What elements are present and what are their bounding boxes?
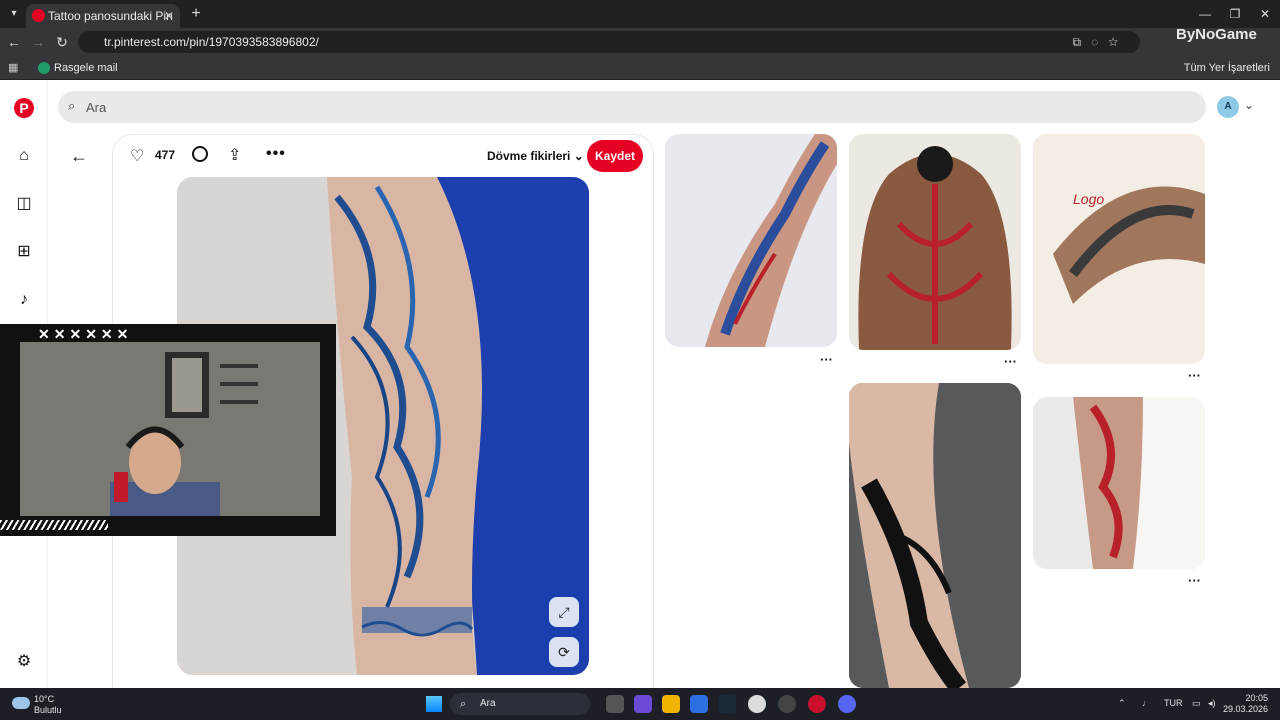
taskbar-search[interactable]: ⌕ Ara: [450, 693, 590, 715]
home-icon[interactable]: ⌂: [14, 146, 34, 166]
svg-text:Logo: Logo: [1073, 191, 1104, 207]
tray-chevron-icon[interactable]: ⌃: [1118, 698, 1126, 709]
search-icon: ⌕: [460, 698, 467, 710]
related-pin-5[interactable]: [1033, 397, 1205, 569]
tab-close-icon[interactable]: ✕: [164, 4, 174, 28]
maximize-icon[interactable]: ❐: [1220, 4, 1250, 24]
more-options-icon[interactable]: •••: [266, 145, 286, 163]
minimize-icon[interactable]: —: [1190, 4, 1220, 24]
decorative-stripes: [0, 520, 108, 530]
chrome-icon[interactable]: [748, 695, 766, 713]
pin-more-icon[interactable]: ···: [820, 352, 833, 367]
arm-tattoo-thumb: Logo: [1033, 134, 1205, 364]
decorative-x-pattern: ✕✕✕✕✕✕: [38, 326, 133, 342]
back-nav-icon[interactable]: ←: [4, 32, 24, 52]
comment-icon[interactable]: [192, 146, 208, 162]
store-icon[interactable]: [690, 695, 708, 713]
new-tab-icon[interactable]: +: [188, 4, 204, 24]
notifications-bell-icon[interactable]: ♪: [14, 290, 34, 310]
expand-icon[interactable]: ⤢: [549, 597, 579, 627]
microphone-icon[interactable]: ♩: [1142, 698, 1151, 708]
bookmark-item[interactable]: Rasgele mail: [38, 61, 118, 75]
browser-tab-strip: ▾ Tattoo panosundaki Pin ✕ + — ❐ ✕: [0, 0, 1280, 28]
network-icon[interactable]: ▭: [1192, 698, 1201, 709]
steam-icon[interactable]: [718, 695, 736, 713]
weather-temp[interactable]: 10°C: [34, 694, 54, 704]
save-button[interactable]: Kaydet: [587, 140, 643, 172]
volume-icon[interactable]: ◂): [1208, 698, 1216, 709]
webcam-overlay: ✕✕✕✕✕✕: [0, 324, 336, 536]
close-window-icon[interactable]: ✕: [1250, 4, 1280, 24]
settings-gear-icon[interactable]: ⚙: [14, 652, 34, 672]
copilot-icon[interactable]: [634, 695, 652, 713]
tab-search-icon[interactable]: ▾: [6, 6, 22, 22]
forward-nav-icon[interactable]: →: [28, 32, 48, 52]
share-icon[interactable]: ⇪: [228, 145, 241, 165]
task-view-icon[interactable]: [606, 695, 624, 713]
weather-desc[interactable]: Bulutlu: [34, 705, 62, 715]
discord-icon[interactable]: [838, 695, 856, 713]
pinterest-logo-icon[interactable]: P: [14, 98, 34, 118]
language-indicator[interactable]: TUR: [1164, 698, 1183, 708]
board-select[interactable]: Dövme fikirleri ⌄: [487, 149, 584, 163]
pinterest-favicon-icon: [32, 9, 45, 22]
webcam-feed: [20, 342, 320, 516]
url-action-icons[interactable]: ⧉◌☆: [1073, 31, 1129, 53]
pin-more-icon[interactable]: ···: [1188, 368, 1201, 383]
search-bar[interactable]: ⌕: [58, 91, 1206, 123]
streamer-video-frame: [20, 342, 320, 516]
app-icon[interactable]: [778, 695, 796, 713]
file-explorer-icon[interactable]: [662, 695, 680, 713]
create-icon[interactable]: ⊞: [14, 242, 34, 262]
clock[interactable]: 20:05 29.03.2026: [1223, 693, 1268, 715]
pin-more-icon[interactable]: ···: [1004, 354, 1017, 369]
address-bar: ← → ↻ tr.pinterest.com/pin/1970393583896…: [0, 28, 1280, 56]
extension-logo[interactable]: ByNoGame: [1176, 26, 1257, 43]
pin-more-icon[interactable]: ···: [1188, 573, 1201, 588]
windows-taskbar: 10°C Bulutlu ⌕ Ara ⌃ ♩ TUR ▭ ◂) 20:05 29…: [0, 688, 1280, 720]
chevron-down-icon: ⌄: [573, 149, 584, 163]
related-pin-3[interactable]: Logo: [1033, 134, 1205, 364]
sleeve-tattoo-thumb: [665, 134, 837, 347]
apps-grid-icon[interactable]: ▦: [8, 61, 22, 75]
explore-icon[interactable]: ◫: [14, 194, 34, 214]
visual-search-icon[interactable]: ⟳: [549, 637, 579, 667]
back-tattoo-thumb: [849, 134, 1021, 350]
reload-icon[interactable]: ↻: [52, 32, 72, 52]
forearm-tattoo-thumb: [849, 383, 1021, 688]
heart-icon[interactable]: ♡: [130, 146, 144, 166]
url-input[interactable]: tr.pinterest.com/pin/1970393583896802/ ⧉…: [78, 31, 1140, 53]
related-pin-2[interactable]: [849, 134, 1021, 350]
url-text: tr.pinterest.com/pin/1970393583896802/: [104, 35, 319, 49]
clock-time: 20:05: [1245, 693, 1268, 703]
search-icon: ⌕: [68, 98, 76, 113]
cloud-icon[interactable]: [12, 697, 30, 709]
related-pin-4[interactable]: [849, 383, 1021, 688]
clock-date: 29.03.2026: [1222, 704, 1268, 714]
taskbar-search-text: Ara: [480, 698, 496, 709]
like-count: 477: [155, 148, 176, 162]
board-name: Dövme fikirleri: [487, 149, 571, 163]
avatar[interactable]: A: [1217, 96, 1239, 118]
browser-tab[interactable]: Tattoo panosundaki Pin ✕: [26, 4, 180, 28]
bookmarks-bar: ▦ Rasgele mail Tüm Yer İşaretleri: [0, 56, 1280, 80]
red-dragon-tattoo-thumb: [1033, 397, 1205, 569]
windows-start-icon[interactable]: [426, 696, 442, 712]
back-arrow-icon[interactable]: ←: [70, 146, 90, 166]
related-pin-1[interactable]: [665, 134, 837, 347]
chevron-down-icon[interactable]: ⌄: [1244, 98, 1254, 112]
tab-title: Tattoo panosundaki Pin: [48, 9, 173, 23]
search-input[interactable]: [86, 97, 986, 117]
app-red-icon[interactable]: [808, 695, 826, 713]
all-bookmarks-folder[interactable]: Tüm Yer İşaretleri: [1184, 61, 1270, 75]
